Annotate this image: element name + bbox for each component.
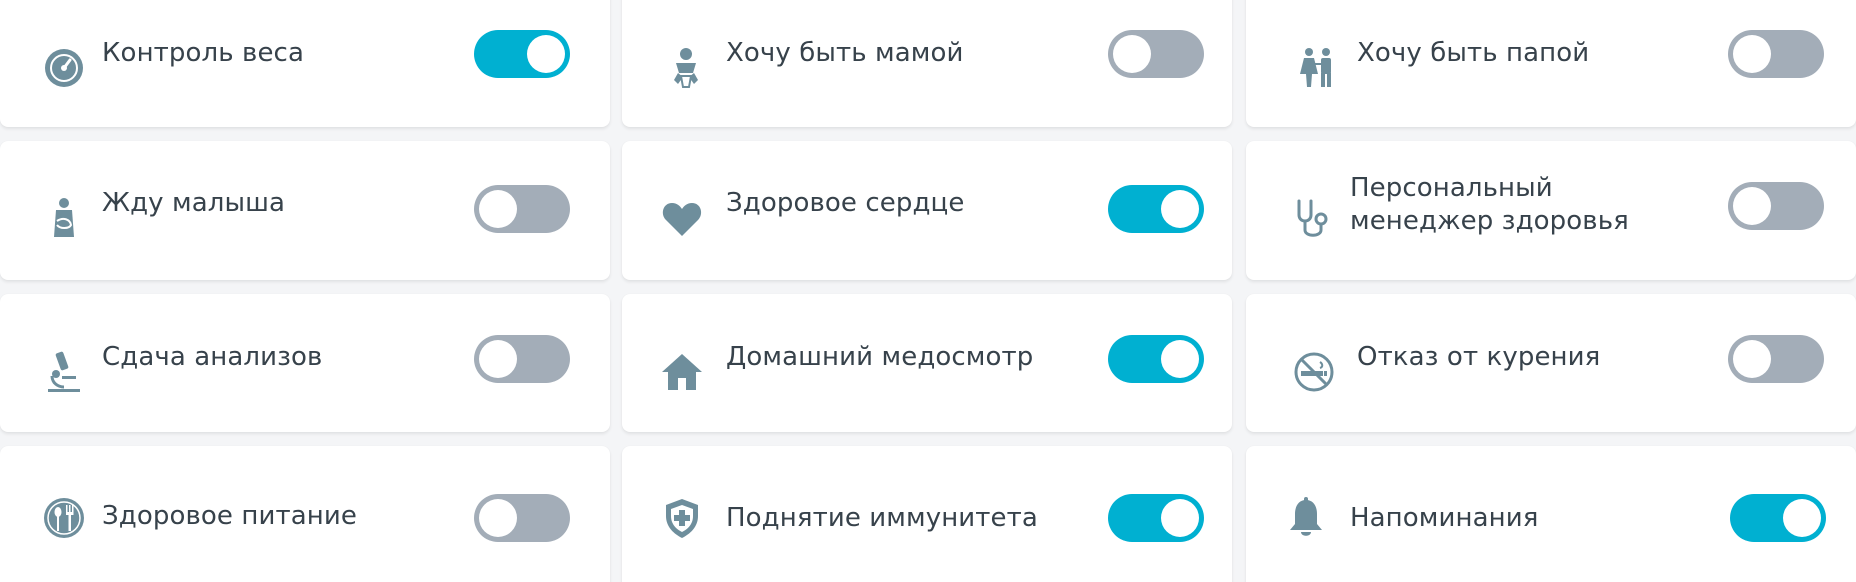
stethoscope-icon xyxy=(1288,195,1336,243)
family-icon xyxy=(1294,44,1342,92)
toggle-knob xyxy=(479,499,517,537)
heart-icon xyxy=(658,195,706,243)
toggle-switch[interactable] xyxy=(474,494,570,542)
item-label: Хочу быть папой xyxy=(1357,38,1590,68)
card-want-to-be-mom: Хочу быть мамой xyxy=(622,0,1232,127)
toggle-knob xyxy=(527,35,565,73)
card-quit-smoking: Отказ от курения xyxy=(1246,294,1856,432)
pregnant-icon xyxy=(40,195,88,243)
card-weight-control: Контроль веса xyxy=(0,0,610,127)
no-smoking-icon xyxy=(1290,348,1338,396)
item-label: Жду малыша xyxy=(102,188,286,218)
toggle-knob xyxy=(1161,340,1199,378)
item-label: Отказ от курения xyxy=(1357,342,1601,372)
toggle-knob xyxy=(1733,340,1771,378)
item-label: Персональный менеджер здоровья xyxy=(1350,173,1629,236)
toggle-knob xyxy=(479,190,517,228)
bell-icon xyxy=(1282,494,1330,542)
item-label: Напоминания xyxy=(1350,503,1539,533)
card-want-to-be-dad: Хочу быть папой xyxy=(1246,0,1856,127)
card-immunity-boost: Поднятие иммунитета xyxy=(622,446,1232,582)
toggle-switch[interactable] xyxy=(1730,494,1826,542)
card-expecting-baby: Жду малыша xyxy=(0,141,610,280)
shield-cross-icon xyxy=(658,494,706,542)
settings-grid: Контроль веса Хочу быть мамой Хочу быть … xyxy=(0,0,1856,582)
toggle-knob xyxy=(1733,187,1771,225)
card-lab-tests: Сдача анализов xyxy=(0,294,610,432)
gauge-icon xyxy=(40,44,88,92)
toggle-switch[interactable] xyxy=(474,30,570,78)
toggle-switch[interactable] xyxy=(1728,335,1824,383)
card-personal-health-manager: Персональный менеджер здоровья xyxy=(1246,141,1856,280)
item-label: Контроль веса xyxy=(102,38,304,68)
card-healthy-heart: Здоровое сердце xyxy=(622,141,1232,280)
toggle-knob xyxy=(1783,499,1821,537)
item-label: Здоровое сердце xyxy=(726,188,965,218)
item-label: Сдача анализов xyxy=(102,342,323,372)
toggle-switch[interactable] xyxy=(1108,494,1204,542)
item-label: Здоровое питание xyxy=(102,501,357,531)
toggle-knob xyxy=(479,340,517,378)
fork-spoon-icon xyxy=(40,494,88,542)
toggle-switch[interactable] xyxy=(1108,30,1204,78)
toggle-knob xyxy=(1161,499,1199,537)
home-icon xyxy=(658,348,706,396)
toggle-switch[interactable] xyxy=(1108,335,1204,383)
baby-icon xyxy=(662,44,710,92)
microscope-icon xyxy=(40,348,88,396)
item-label: Домашний медосмотр xyxy=(726,342,1034,372)
card-reminders: Напоминания xyxy=(1246,446,1856,582)
toggle-switch[interactable] xyxy=(1728,182,1824,230)
toggle-switch[interactable] xyxy=(1728,30,1824,78)
item-label: Хочу быть мамой xyxy=(726,38,964,68)
toggle-switch[interactable] xyxy=(474,335,570,383)
toggle-knob xyxy=(1161,190,1199,228)
card-home-checkup: Домашний медосмотр xyxy=(622,294,1232,432)
toggle-switch[interactable] xyxy=(1108,185,1204,233)
toggle-switch[interactable] xyxy=(474,185,570,233)
toggle-knob xyxy=(1733,35,1771,73)
card-healthy-nutrition: Здоровое питание xyxy=(0,446,610,582)
toggle-knob xyxy=(1113,35,1151,73)
item-label: Поднятие иммунитета xyxy=(726,503,1038,533)
